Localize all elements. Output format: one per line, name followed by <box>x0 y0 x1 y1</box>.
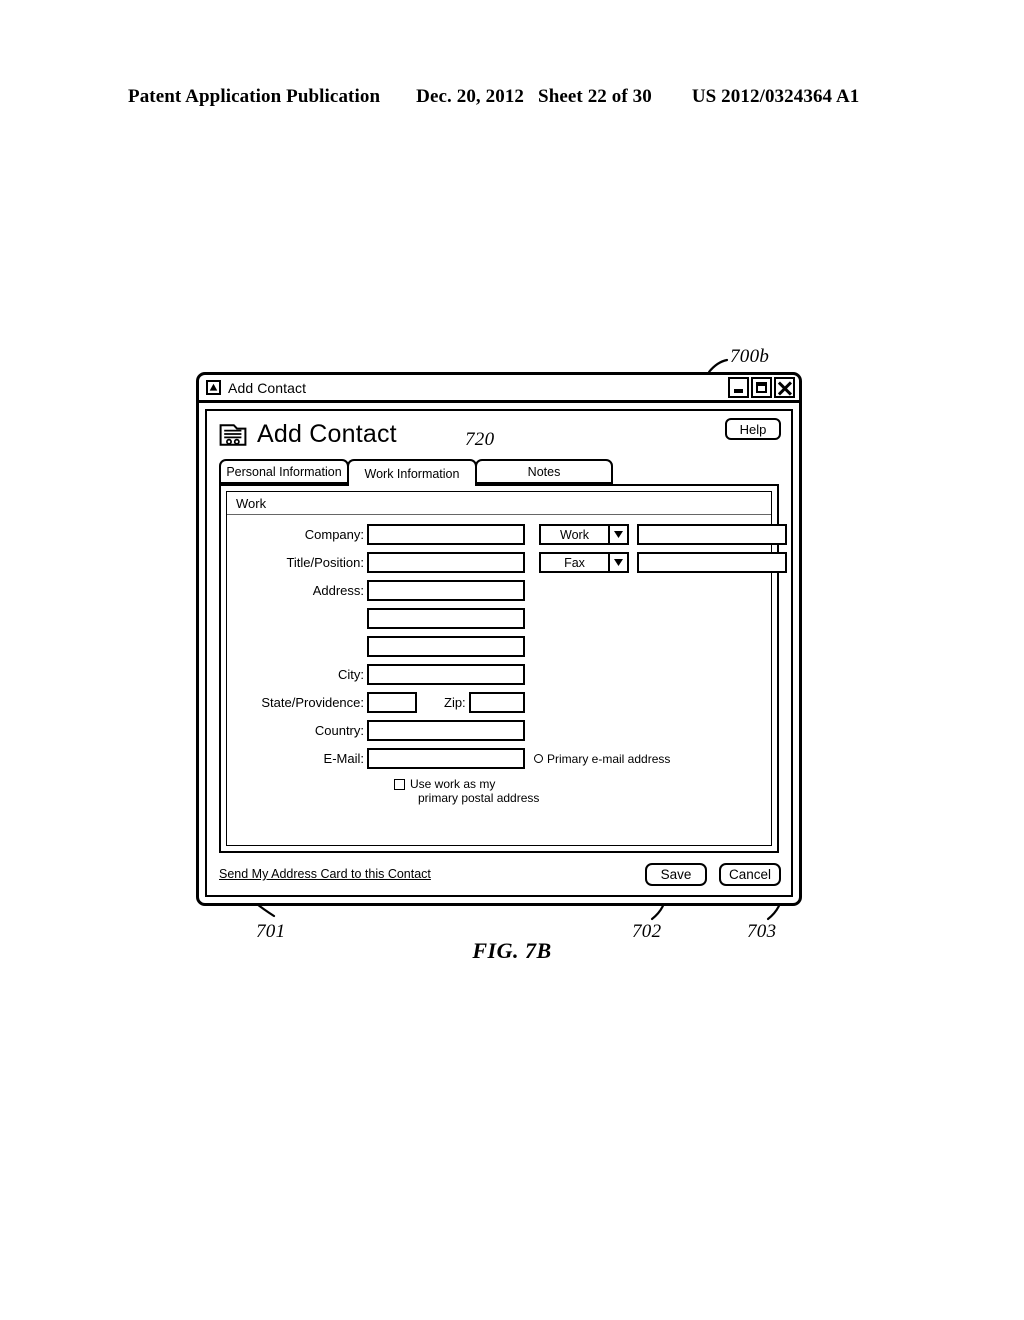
window-app-triangle-icon <box>206 380 221 395</box>
country-label: Country: <box>314 723 364 738</box>
phone-work-input[interactable] <box>637 524 787 545</box>
work-group-title: Work <box>227 492 771 515</box>
company-label: Company: <box>304 527 364 542</box>
add-contact-window: Add Contact Add Contact Help Personal In… <box>196 372 802 906</box>
help-button[interactable]: Help <box>725 418 781 440</box>
callout-700b: 700b <box>730 346 770 367</box>
chevron-down-icon[interactable] <box>608 526 627 543</box>
city-input[interactable] <box>367 664 525 685</box>
close-icon <box>778 381 792 395</box>
tab-strip: Personal Information Work Information No… <box>219 459 779 486</box>
form-row-address-3 <box>227 636 771 657</box>
close-button[interactable] <box>774 377 795 398</box>
maximize-button[interactable] <box>751 377 772 398</box>
address-line-2-input[interactable] <box>367 608 525 629</box>
phone-fax-input[interactable] <box>637 552 787 573</box>
state-providence-input[interactable] <box>367 692 417 713</box>
tab-personal-information[interactable]: Personal Information <box>219 459 349 484</box>
form-row-address-2 <box>227 608 771 629</box>
primary-email-label: Primary e-mail address <box>547 751 671 766</box>
contact-card-icon <box>219 422 247 447</box>
window-body: Add Contact Help Personal Information Wo… <box>199 403 799 903</box>
email-label: E-Mail: <box>323 751 364 766</box>
patent-figure: Add Contact Add Contact Help Personal In… <box>0 0 1024 1320</box>
minimize-icon <box>734 388 743 393</box>
figure-label: FIG. 7B <box>472 938 552 963</box>
save-button[interactable]: Save <box>645 862 707 886</box>
use-work-postal-label: Use work as my primary postal address <box>410 777 539 805</box>
cancel-button[interactable]: Cancel <box>719 862 781 886</box>
tab-notes-label: Notes <box>527 464 561 479</box>
dialog-heading: Add Contact <box>257 420 397 448</box>
zip-label: Zip: <box>444 695 466 710</box>
title-position-label: Title/Position: <box>286 555 364 570</box>
address-line-3-input[interactable] <box>367 636 525 657</box>
footer-buttons: Save Cancel <box>645 862 781 886</box>
form-row-email: E-Mail: Primary e-mail address <box>227 748 771 769</box>
zip-input[interactable] <box>468 692 525 713</box>
form-row-country: Country: <box>227 720 771 741</box>
dialog-inner-frame: Add Contact Help Personal Information Wo… <box>205 409 793 897</box>
work-form: Company: Title/Position: Address: City: … <box>227 515 787 805</box>
window-titlebar[interactable]: Add Contact <box>199 375 799 403</box>
form-row-city: City: <box>227 664 771 685</box>
primary-email-radio[interactable]: Primary e-mail address <box>534 752 670 766</box>
tab-personal-information-label: Personal Information <box>226 464 342 479</box>
phone-type-work-label: Work <box>560 527 589 542</box>
use-work-postal-checkbox[interactable]: Use work as my primary postal address <box>394 777 771 805</box>
tab-notes[interactable]: Notes <box>475 459 613 484</box>
phone-type-fax-label: Fax <box>564 555 585 570</box>
email-input[interactable] <box>367 748 525 769</box>
form-row-address-1: Address: <box>227 580 771 601</box>
title-position-input[interactable] <box>367 552 525 573</box>
tab-work-information-label: Work Information <box>364 466 460 481</box>
chevron-down-icon[interactable] <box>608 554 627 571</box>
phone-type-select-fax[interactable]: Fax <box>539 552 629 573</box>
address-line-1-input[interactable] <box>367 580 525 601</box>
dialog-header: Add Contact Help <box>207 411 791 459</box>
maximize-icon <box>756 382 767 393</box>
minimize-button[interactable] <box>728 377 749 398</box>
callout-720: 720 <box>465 429 495 450</box>
state-providence-label: State/Providence: <box>261 695 364 710</box>
company-input[interactable] <box>367 524 525 545</box>
tab-content-panel: Work Company: Title/Position: Address: C… <box>219 484 787 853</box>
send-address-card-link[interactable]: Send My Address Card to this Contact <box>219 867 431 881</box>
country-input[interactable] <box>367 720 525 741</box>
dialog-footer: Send My Address Card to this Contact Sav… <box>219 859 781 889</box>
phone-column: Work Fax <box>539 524 787 580</box>
work-group-box: Work Company: Title/Position: Address: C… <box>226 491 787 846</box>
phone-row-work: Work <box>539 524 787 545</box>
use-work-postal-label-line1: Use work as my <box>410 777 496 791</box>
tab-work-information[interactable]: Work Information <box>347 459 477 486</box>
window-title: Add Contact <box>228 379 307 396</box>
checkbox-icon <box>394 779 405 790</box>
phone-row-fax: Fax <box>539 552 787 573</box>
city-label: City: <box>338 667 364 682</box>
use-work-postal-label-line2: primary postal address <box>418 791 540 805</box>
radio-circle-icon <box>534 754 543 763</box>
address-label: Address: <box>312 583 364 598</box>
form-row-state-zip: State/Providence: Zip: <box>227 692 771 713</box>
window-controls <box>728 377 795 398</box>
phone-type-select-work[interactable]: Work <box>539 524 629 545</box>
